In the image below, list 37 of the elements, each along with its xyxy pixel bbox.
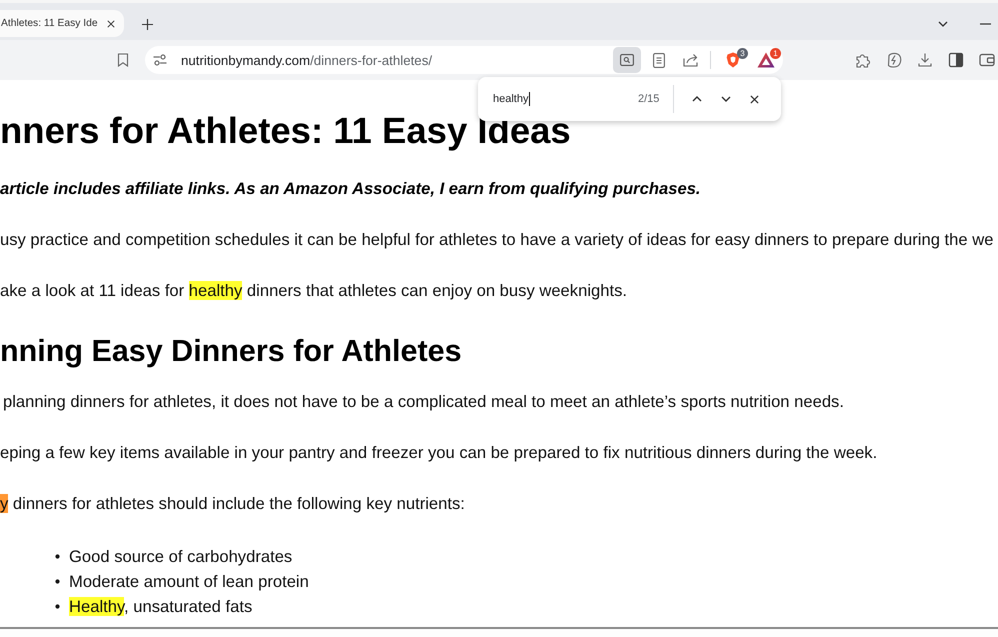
notification-badge: 3 — [737, 48, 748, 59]
list-item: Moderate amount of lean protein — [69, 572, 309, 592]
bullet-icon — [55, 579, 60, 584]
plus-icon[interactable] — [142, 19, 153, 30]
paragraph: planning dinners for athletes, it does not have to be a complicated meal to meet an athlete’s sports nutrition needs. — [2, 391, 845, 413]
article-title: nners for Athletes: 11 Easy Ideas — [0, 109, 572, 153]
find-field[interactable]: healthy — [491, 86, 626, 112]
match-count: 2/15 — [638, 93, 660, 105]
download-icon[interactable] — [917, 52, 933, 68]
wallet-icon[interactable] — [979, 52, 995, 68]
section-heading: nning Easy Dinners for Athletes — [0, 333, 463, 370]
share-icon — [683, 53, 699, 67]
address-bar[interactable]: nutritionbymandy.com/dinners-for-athletes/ 3 1 — [145, 46, 783, 74]
puzzle-icon[interactable] — [855, 52, 871, 68]
notification-badge: 1 — [770, 48, 781, 59]
minimize-icon[interactable] — [980, 23, 991, 25]
find-in-page-button[interactable] — [613, 47, 641, 73]
bullet-icon — [55, 554, 60, 559]
chevron-down-icon[interactable] — [721, 96, 732, 102]
sidebar-icon[interactable] — [948, 52, 964, 68]
search-icon — [620, 54, 634, 66]
bookmark-icon[interactable] — [117, 53, 129, 67]
sliders-icon[interactable] — [153, 54, 167, 66]
chevron-down-icon[interactable] — [938, 21, 948, 27]
paragraph: usy practice and competition schedules it can be helpful for athletes to have a variety of ideas for easy dinners to prepare during the we — [0, 229, 994, 251]
browser-tab[interactable]: Athletes: 11 Easy Ide — [0, 10, 124, 37]
document-icon — [653, 52, 665, 68]
lightning-icon[interactable] — [886, 52, 902, 68]
chevron-up-icon[interactable] — [692, 96, 702, 102]
close-icon[interactable] — [750, 94, 760, 104]
bullet-icon — [55, 604, 60, 609]
shield-icon[interactable] — [726, 52, 740, 68]
close-icon[interactable] — [107, 20, 115, 28]
url-text[interactable]: nutritionbymandy.com/dinners-for-athletes/ — [181, 52, 432, 68]
disclosure-text: article includes affiliate links. As an Amazon Associate, I earn from qualifying purchases. — [0, 178, 702, 200]
paragraph: eping a few key items available in your pantry and freezer you can be prepared to fix nutritious dinners during the week. — [0, 442, 878, 464]
list-item: Good source of carbohydrates — [69, 546, 292, 566]
